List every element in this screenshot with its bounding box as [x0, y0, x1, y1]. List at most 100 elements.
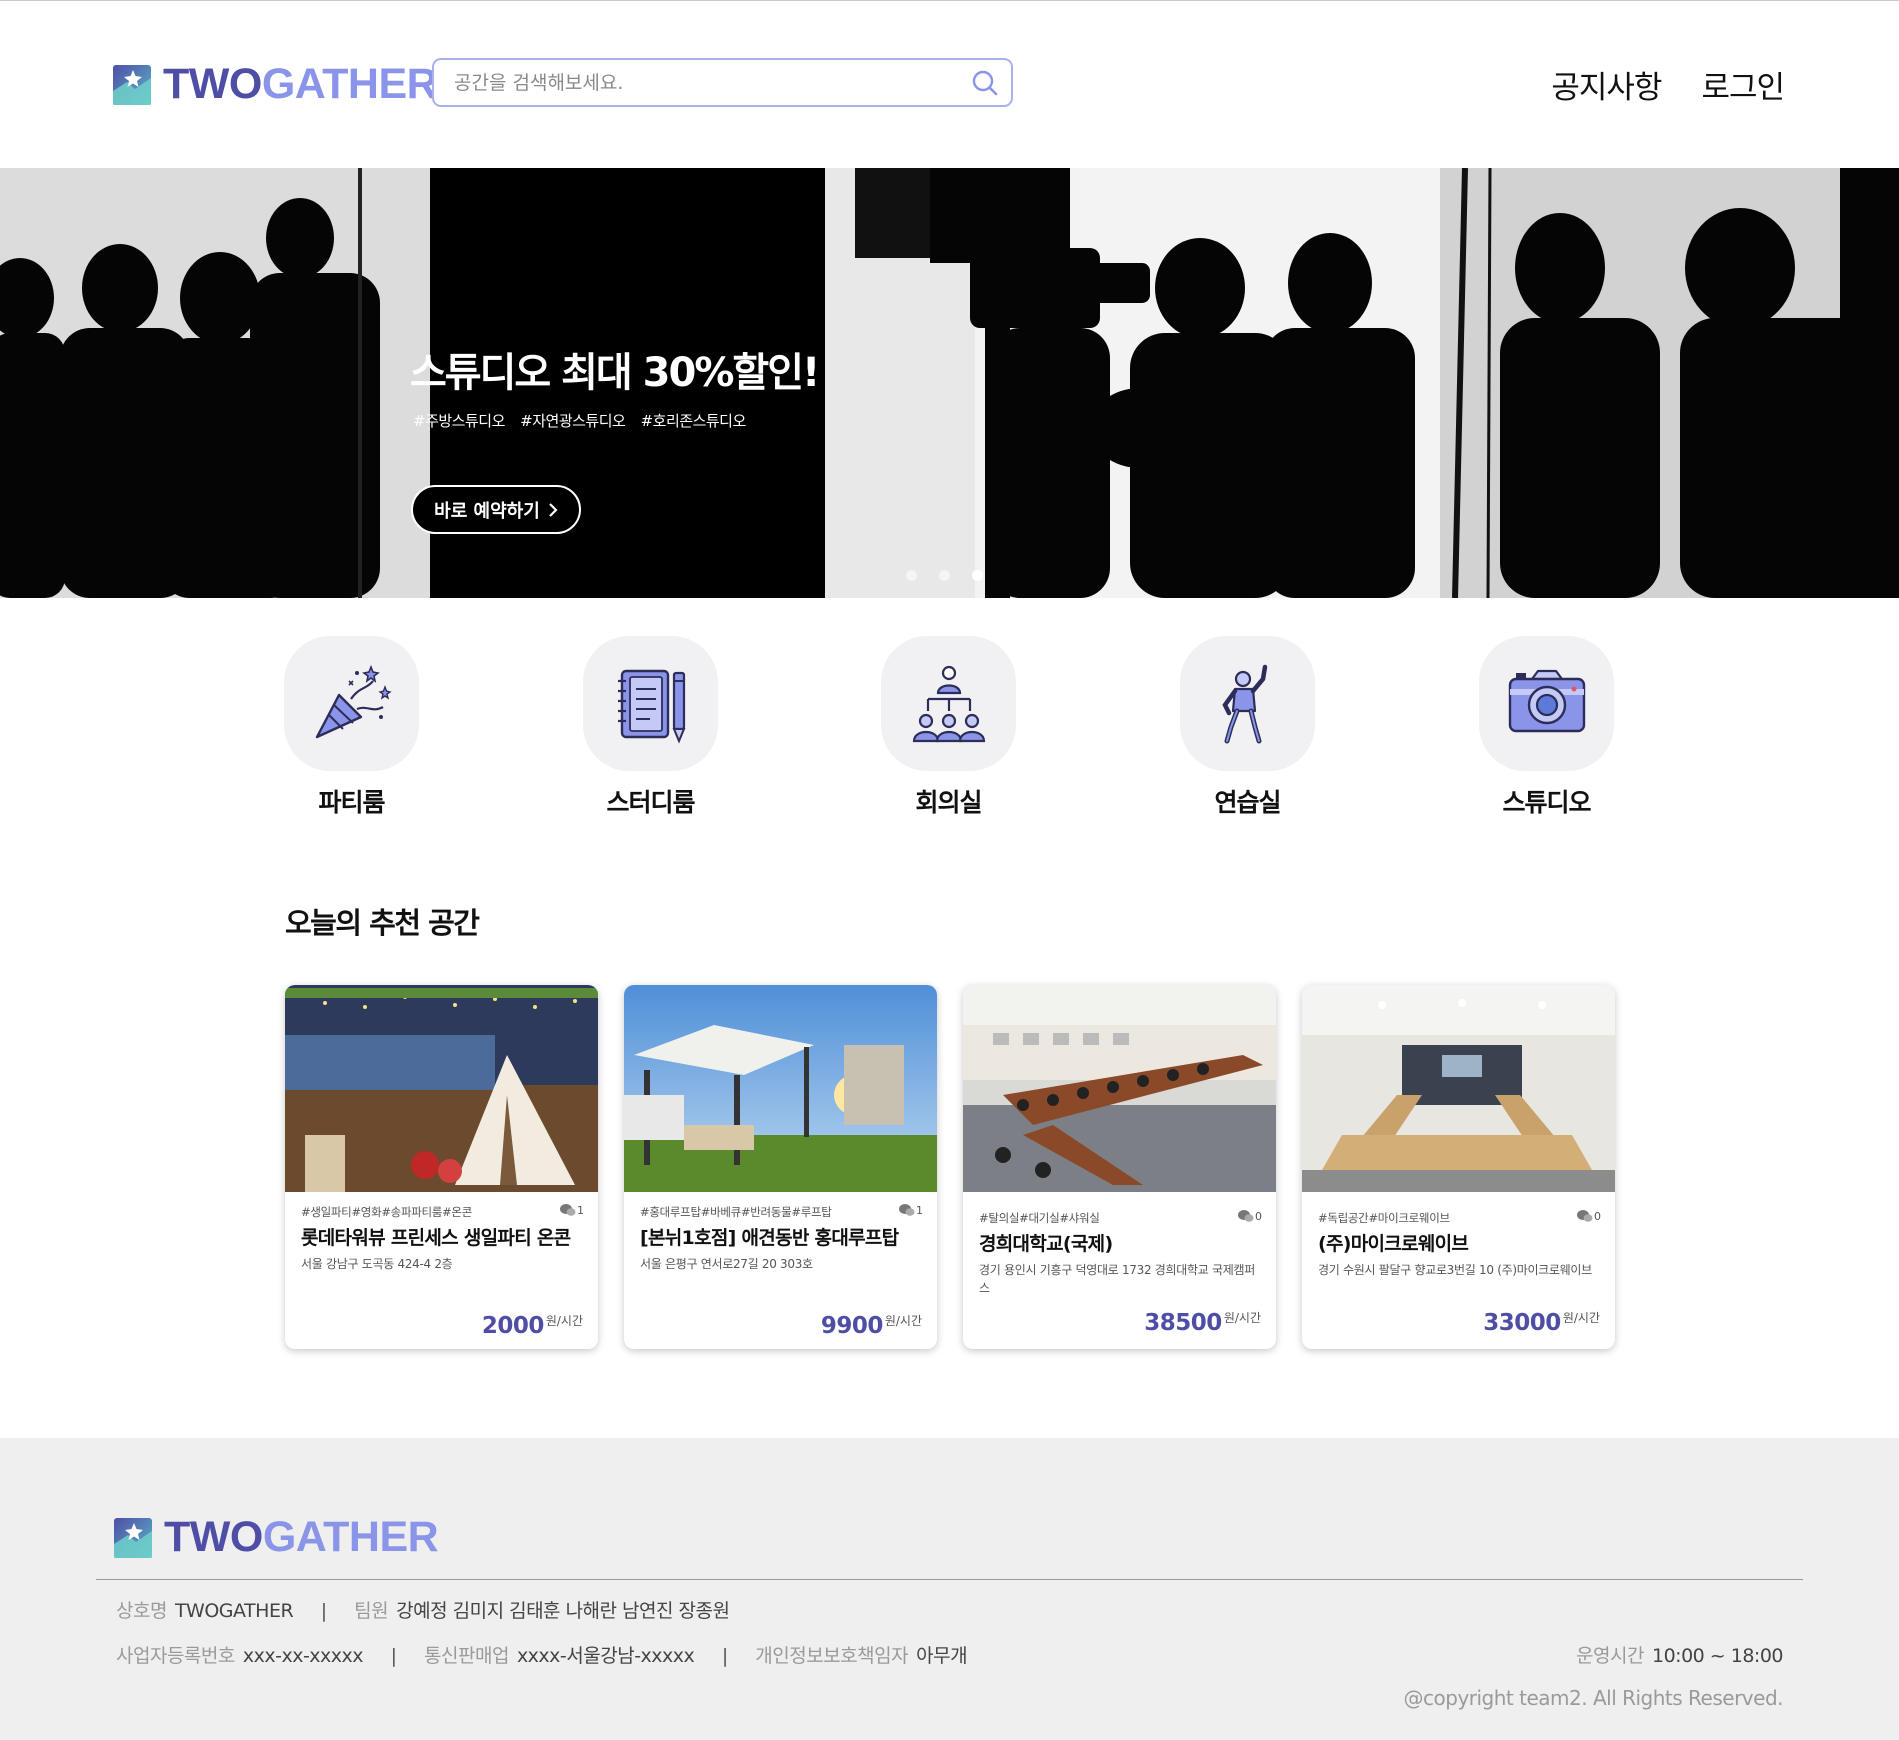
camera-icon	[1508, 669, 1585, 732]
top-nav: 공지사항 로그인	[1551, 62, 1785, 107]
category-label: 파티룸	[318, 788, 385, 817]
space-card-body: #탈의실#대기실#샤워실 0 경희대학교(국제) 경기 용인시 기흥구 덕영대로…	[963, 1192, 1276, 1297]
comment-icon	[1577, 1210, 1593, 1222]
hours-value: 10:00 ~ 18:00	[1651, 1645, 1784, 1667]
nav-login-link[interactable]: 로그인	[1701, 62, 1785, 107]
footer-logo[interactable]: TWOGATHER	[114, 1513, 439, 1561]
category-icon-tile	[1479, 636, 1614, 771]
space-tags: #독립공간#마이크로웨이브	[1318, 1211, 1450, 1225]
category-icon-tile	[583, 636, 718, 771]
space-price: 33000 원/시간	[1483, 1310, 1600, 1336]
hero-tag: #주방스튜디오	[413, 412, 505, 430]
price-value: 33000	[1483, 1310, 1561, 1336]
price-unit: 원/시간	[1223, 1311, 1261, 1325]
footer-separator: |	[390, 1645, 397, 1667]
space-title: 경희대학교(국제)	[979, 1233, 1113, 1255]
category-icon-tile	[881, 636, 1016, 771]
space-photo-seminar-room	[1302, 985, 1615, 1192]
footer-separator: |	[721, 1645, 728, 1667]
hero-title: 스튜디오 최대 30%할인!	[410, 350, 820, 396]
space-address: 경기 수원시 팔달구 향교로3번길 10 (주)마이크로웨이브	[1318, 1263, 1592, 1277]
party-popper-icon	[315, 664, 392, 738]
category-studio[interactable]: 스튜디오	[1479, 636, 1614, 819]
space-tags: #생일파티#영화#송파파티룸#온콘	[301, 1205, 472, 1219]
comment-count-value: 0	[1255, 1209, 1262, 1223]
space-photo-rooftop	[624, 985, 937, 1192]
meeting-icon	[912, 665, 985, 742]
logo-text: TWOGATHER	[164, 1513, 439, 1561]
comment-count-value: 1	[916, 1203, 923, 1217]
footer-hours: 운영시간 10:00 ~ 18:00	[1576, 1641, 1783, 1668]
category-meeting-room[interactable]: 회의실	[881, 636, 1016, 819]
space-card[interactable]: #생일파티#영화#송파파티룸#온콘 1 롯데타워뷰 프린세스 생일파티 온콘 서…	[285, 985, 598, 1349]
reserve-now-button[interactable]: 바로 예약하기	[411, 485, 581, 534]
mail-order-label: 통신판매업	[424, 1645, 509, 1667]
team-label: 팀원	[354, 1600, 389, 1622]
privacy-officer-value: 아무개	[916, 1645, 968, 1667]
footer-company-row: 상호명 TWOGATHER | 팀원 강예정 김미지 김태훈 나해란 남연진 장종원	[116, 1596, 730, 1623]
footer-separator: |	[320, 1600, 327, 1622]
search-input[interactable]	[434, 62, 954, 103]
copyright: @copyright team2. All Rights Reserved.	[1403, 1686, 1784, 1710]
category-icon-tile	[1180, 636, 1315, 771]
carousel-dot[interactable]	[939, 570, 950, 581]
logo-gather: GATHER	[261, 60, 438, 108]
price-unit: 원/시간	[545, 1314, 583, 1328]
price-value: 9900	[820, 1313, 884, 1339]
team-value: 강예정 김미지 김태훈 나해란 남연진 장종원	[396, 1600, 730, 1622]
space-card[interactable]: #독립공간#마이크로웨이브 0 (주)마이크로웨이브 경기 수원시 팔달구 향교…	[1302, 985, 1615, 1349]
logo-two: TWO	[163, 60, 262, 108]
carousel-dot[interactable]	[906, 570, 917, 581]
category-label: 스튜디오	[1502, 788, 1591, 817]
comment-count: 0	[1238, 1209, 1262, 1223]
comment-count-value: 0	[1594, 1209, 1601, 1223]
biz-number-value: xxx-xx-xxxxx	[242, 1645, 364, 1667]
logo-gather: GATHER	[262, 1513, 439, 1561]
space-price: 9900 원/시간	[821, 1313, 922, 1339]
privacy-officer-label: 개인정보보호책임자	[755, 1645, 909, 1667]
header: TWOGATHER 공지사항 로그인	[0, 0, 1899, 168]
hero-banner[interactable]: 스튜디오 최대 30%할인! #주방스튜디오 #자연광스튜디오 #호리존스튜디오…	[0, 168, 1899, 598]
space-title: (주)마이크로웨이브	[1318, 1233, 1469, 1255]
mail-order-value: xxxx-서울강남-xxxxx	[516, 1645, 695, 1667]
hero-tags: #주방스튜디오 #자연광스튜디오 #호리존스튜디오	[413, 410, 757, 431]
company-label: 상호명	[116, 1600, 167, 1622]
hero-tag: #자연광스튜디오	[520, 412, 626, 430]
space-title: [본뉘1호점] 애견동반 홍대루프탑	[640, 1227, 899, 1249]
category-study-room[interactable]: 스터디룸	[583, 636, 718, 819]
search-bar	[432, 58, 1013, 107]
category-practice-room[interactable]: 연습실	[1180, 636, 1315, 819]
category-label: 연습실	[1214, 788, 1281, 817]
category-label: 스터디룸	[606, 788, 695, 817]
category-party-room[interactable]: 파티룸	[284, 636, 419, 819]
space-tags: #홍대루프탑#바베큐#반려동물#루프탑	[640, 1205, 832, 1219]
header-logo[interactable]: TWOGATHER	[113, 60, 438, 108]
comment-icon	[560, 1204, 576, 1216]
hours-label: 운영시간	[1576, 1645, 1644, 1667]
category-label: 회의실	[915, 788, 982, 817]
price-unit: 원/시간	[1562, 1311, 1600, 1325]
space-card-body: #독립공간#마이크로웨이브 0 (주)마이크로웨이브 경기 수원시 팔달구 향교…	[1302, 1192, 1615, 1279]
chevron-right-icon	[549, 502, 558, 517]
category-icon-tile	[284, 636, 419, 771]
dancer-icon	[1221, 664, 1267, 743]
comment-icon	[899, 1204, 915, 1216]
space-card-body: #생일파티#영화#송파파티룸#온콘 1 롯데타워뷰 프린세스 생일파티 온콘 서…	[285, 1192, 598, 1273]
company-value: TWOGATHER	[174, 1600, 294, 1622]
hero-background-image	[0, 168, 1899, 598]
nav-notice-link[interactable]: 공지사항	[1551, 62, 1662, 107]
comment-icon	[1238, 1210, 1254, 1222]
recommend-card-list: #생일파티#영화#송파파티룸#온콘 1 롯데타워뷰 프린세스 생일파티 온콘 서…	[285, 985, 1615, 1350]
logo-mark-icon	[114, 1517, 152, 1558]
notebook-pencil-icon	[617, 669, 685, 744]
search-icon[interactable]	[971, 69, 999, 97]
recommend-title: 오늘의 추천 공간	[285, 906, 480, 940]
space-card[interactable]: #탈의실#대기실#샤워실 0 경희대학교(국제) 경기 용인시 기흥구 덕영대로…	[963, 985, 1276, 1349]
space-card[interactable]: #홍대루프탑#바베큐#반려동물#루프탑 1 [본뉘1호점] 애견동반 홍대루프탑…	[624, 985, 937, 1349]
space-address: 서울 은평구 연서로27길 20 303호	[640, 1257, 813, 1271]
carousel-dot-active[interactable]	[972, 570, 983, 581]
comment-count: 1	[560, 1203, 584, 1217]
logo-mark-icon	[113, 64, 151, 105]
space-card-body: #홍대루프탑#바베큐#반려동물#루프탑 1 [본뉘1호점] 애견동반 홍대루프탑…	[624, 1192, 937, 1273]
price-value: 2000	[481, 1313, 545, 1339]
